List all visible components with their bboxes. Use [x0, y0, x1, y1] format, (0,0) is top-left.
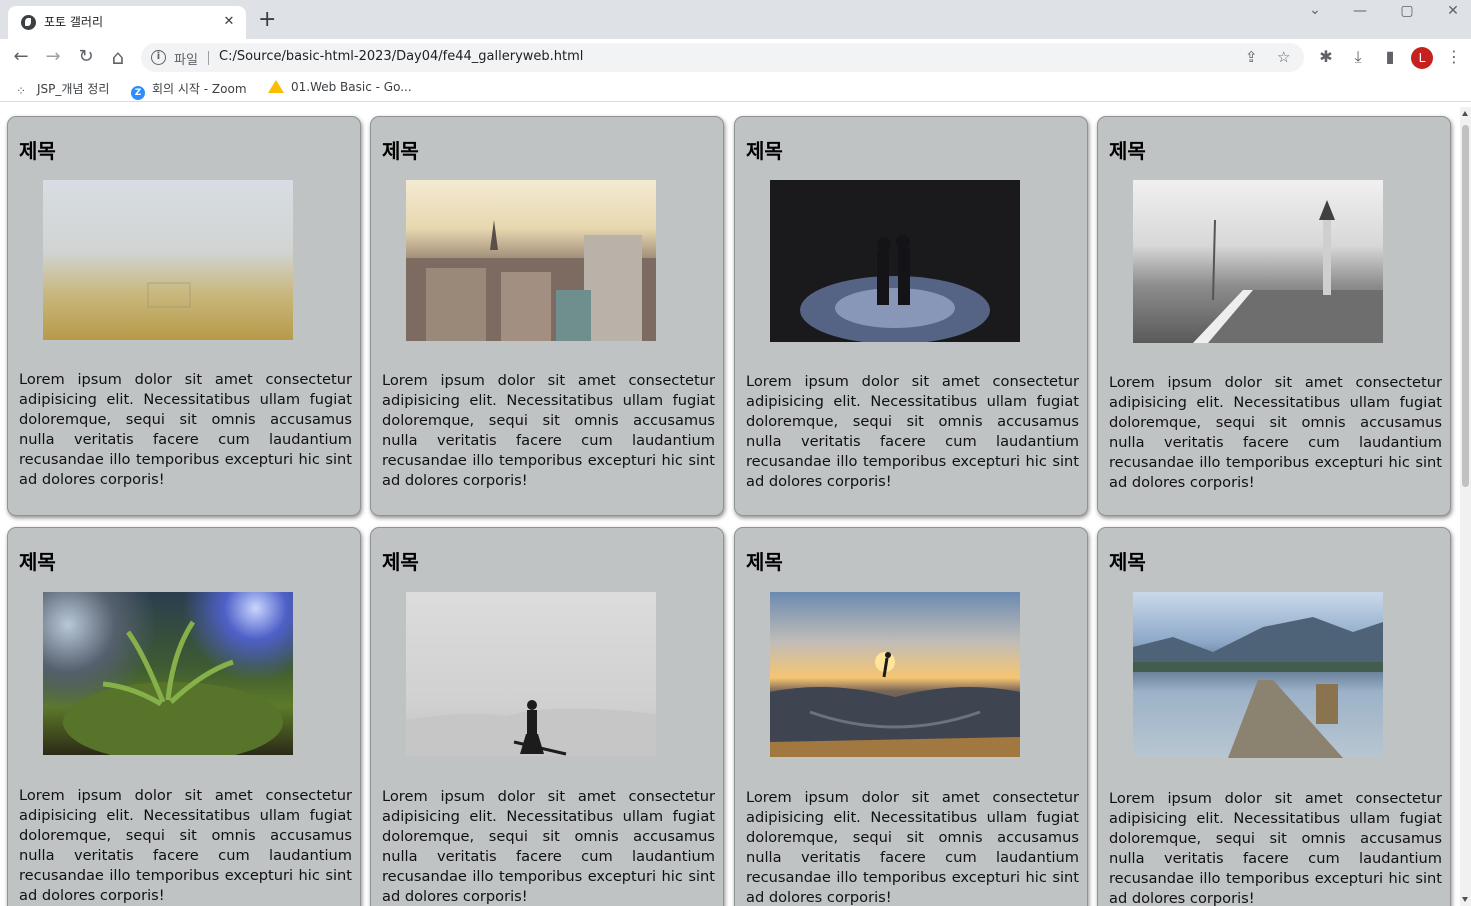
- tab-strip: 포토 갤러리 ✕ + ⌄ — ▢ ✕: [0, 0, 1471, 39]
- card-text: Lorem ipsum dolor sit amet consectetur a…: [1109, 790, 1442, 906]
- card-text: Lorem ipsum dolor sit amet consectetur a…: [19, 787, 352, 904]
- address-bar[interactable]: i 파일 C:/Source/basic-html-2023/Day04/fe4…: [141, 43, 1304, 72]
- card-text: Lorem ipsum dolor sit amet consectetur a…: [19, 371, 352, 488]
- card-photo-moss-plant: [43, 592, 293, 755]
- card-text: Lorem ipsum dolor sit amet consectetur a…: [382, 372, 715, 489]
- maximize-icon[interactable]: ▢: [1397, 3, 1417, 19]
- bookmark-label: 회의 시작 - Zoom: [152, 82, 247, 96]
- card-title: 제목: [382, 139, 419, 163]
- tab-title: 포토 갤러리: [44, 15, 104, 29]
- tab-search-icon[interactable]: ⌄: [1305, 2, 1325, 18]
- card-photo-foggy-field: [43, 180, 293, 340]
- bookmark-star-icon[interactable]: ☆: [1277, 48, 1290, 66]
- card-photo-pier-lighthouse: [1133, 180, 1383, 343]
- minimize-icon[interactable]: —: [1350, 3, 1370, 19]
- info-icon[interactable]: i: [151, 50, 166, 65]
- url-scheme-label: 파일: [174, 53, 198, 68]
- bookmark-item[interactable]: 01.Web Basic - Go...: [268, 80, 412, 94]
- download-icon[interactable]: ⤓: [1348, 47, 1368, 67]
- card-title: 제목: [382, 550, 419, 574]
- card-photo-night-couple: [770, 180, 1020, 342]
- window-close-icon[interactable]: ✕: [1443, 3, 1463, 19]
- bookmark-item[interactable]: ⁘ JSP_개념 정리: [16, 80, 109, 98]
- forward-icon[interactable]: →: [41, 45, 65, 69]
- gallery-card: 제목 Lorem ipsum dolor sit amet consectetu…: [370, 527, 724, 906]
- back-icon[interactable]: ←: [9, 45, 33, 69]
- gallery-card: 제목 Lorem ipsum dolor sit amet consectetu…: [734, 527, 1088, 906]
- tab-active[interactable]: 포토 갤러리 ✕: [8, 6, 246, 39]
- vertical-scrollbar[interactable]: [1460, 107, 1471, 906]
- url-divider: [208, 51, 209, 65]
- card-photo-skatepark-sunset: [770, 592, 1020, 757]
- card-text: Lorem ipsum dolor sit amet consectetur a…: [746, 373, 1079, 490]
- browser-toolbar: ← → ↻ ⌂ i 파일 C:/Source/basic-html-2023/D…: [0, 39, 1471, 76]
- url-text[interactable]: C:/Source/basic-html-2023/Day04/fe44_gal…: [219, 49, 583, 64]
- card-title: 제목: [1109, 139, 1146, 163]
- apps-icon: ⁘: [16, 84, 27, 98]
- gallery-card: 제목 Lorem ipsum dolor sit amet consectetu…: [7, 116, 361, 516]
- card-title: 제목: [19, 550, 56, 574]
- card-photo-desert-guitarist: [406, 592, 656, 756]
- share-icon[interactable]: ⇪: [1245, 48, 1258, 66]
- gallery-card: 제목 Lorem ipsum dolor sit amet consectetu…: [370, 116, 724, 516]
- bookmark-item[interactable]: Z 회의 시작 - Zoom: [131, 80, 247, 100]
- card-title: 제목: [746, 550, 783, 574]
- page-viewport: 제목 Lorem ipsum dolor sit amet consectetu…: [0, 107, 1460, 906]
- menu-icon[interactable]: ⋮: [1444, 47, 1464, 66]
- new-tab-button[interactable]: +: [258, 9, 276, 31]
- card-title: 제목: [19, 139, 56, 163]
- globe-icon: [21, 15, 36, 30]
- scroll-up-arrow-icon[interactable]: [1462, 111, 1468, 116]
- drive-icon: [268, 80, 284, 93]
- side-panel-icon[interactable]: ▮: [1380, 47, 1400, 66]
- avatar[interactable]: L: [1411, 47, 1433, 69]
- reload-icon[interactable]: ↻: [74, 45, 98, 69]
- gallery-card: 제목 Lorem ipsum dolor sit amet consectetu…: [7, 527, 361, 906]
- scrollbar-thumb[interactable]: [1462, 125, 1469, 487]
- card-text: Lorem ipsum dolor sit amet consectetur a…: [1109, 374, 1442, 491]
- card-text: Lorem ipsum dolor sit amet consectetur a…: [746, 789, 1079, 906]
- bookmark-label: JSP_개념 정리: [37, 82, 110, 96]
- zoom-icon: Z: [131, 86, 145, 100]
- card-photo-city-rooftops: [406, 180, 656, 341]
- extensions-icon[interactable]: ✱: [1316, 47, 1336, 66]
- home-icon[interactable]: ⌂: [106, 45, 130, 69]
- gallery-card: 제목 Lorem ipsum dolor sit amet consectetu…: [1097, 116, 1451, 516]
- bookmark-label: 01.Web Basic - Go...: [291, 80, 412, 94]
- card-photo-lake-dock: [1133, 592, 1383, 758]
- card-title: 제목: [746, 139, 783, 163]
- tab-close-icon[interactable]: ✕: [220, 13, 238, 31]
- card-title: 제목: [1109, 550, 1146, 574]
- gallery-card: 제목 Lorem ipsum dolor sit amet consectetu…: [734, 116, 1088, 516]
- gallery-card: 제목 Lorem ipsum dolor sit amet consectetu…: [1097, 527, 1451, 906]
- bookmarks-bar: ⁘ JSP_개념 정리 Z 회의 시작 - Zoom 01.Web Basic - …: [0, 76, 1471, 102]
- card-text: Lorem ipsum dolor sit amet consectetur a…: [382, 788, 715, 905]
- scroll-down-arrow-icon[interactable]: [1462, 897, 1468, 902]
